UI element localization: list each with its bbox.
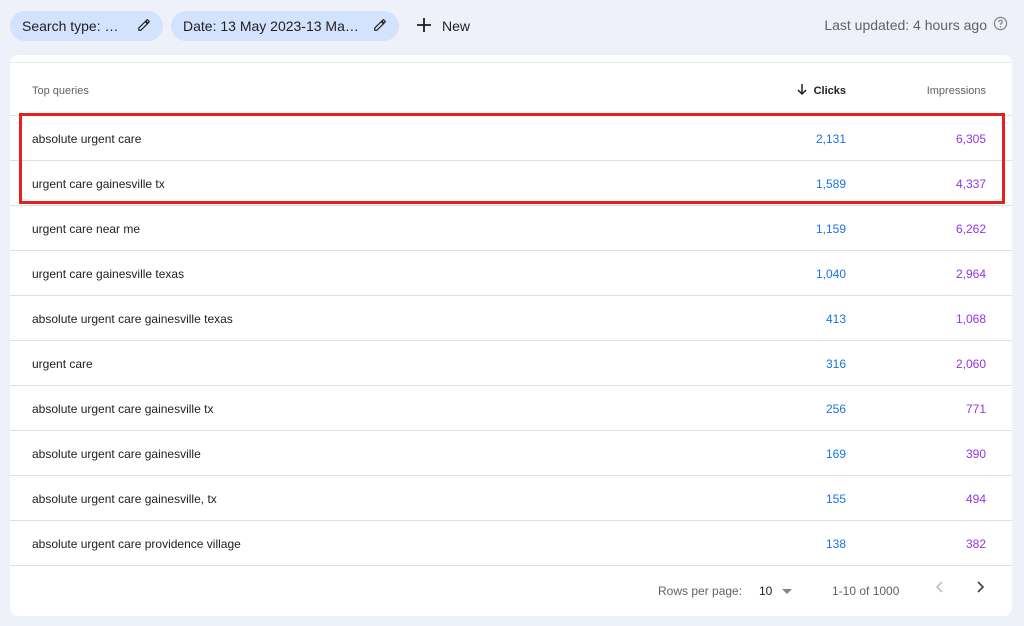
clicks-cell: 169: [825, 447, 846, 461]
new-filter-label: New: [442, 18, 471, 34]
header-clicks-label: Clicks: [813, 84, 846, 97]
query-cell: urgent care gainesville tx: [32, 177, 165, 191]
table-row[interactable]: absolute urgent care gainesville tx 256 …: [10, 386, 1012, 431]
clicks-cell: 155: [825, 492, 846, 506]
search-type-label: Search type: Web: [22, 18, 125, 34]
arrow-down-icon: [796, 83, 814, 98]
impressions-cell: 1,068: [955, 312, 986, 326]
pencil-icon: [373, 18, 387, 35]
search-type-chip[interactable]: Search type: Web: [10, 11, 163, 41]
table-row[interactable]: absolute urgent care providence village …: [10, 521, 1012, 566]
table-row[interactable]: absolute urgent care 2,131 6,305: [10, 116, 1012, 161]
query-cell: absolute urgent care providence village: [32, 537, 241, 551]
date-chip[interactable]: Date: 13 May 2023-13 Mar 2024: [171, 11, 399, 41]
plus-icon: [416, 17, 442, 36]
clicks-cell: 2,131: [815, 132, 846, 146]
query-cell: absolute urgent care gainesville tx: [32, 402, 214, 416]
chevron-left-icon[interactable]: [932, 579, 948, 598]
table-row[interactable]: absolute urgent care gainesville 169 390: [10, 431, 1012, 476]
table-row[interactable]: absolute urgent care gainesville, tx 155…: [10, 476, 1012, 521]
clicks-cell: 1,040: [815, 267, 846, 281]
impressions-cell: 494: [965, 492, 986, 506]
pagination: Rows per page: 10 1-10 of 1000: [10, 567, 1012, 615]
query-cell: absolute urgent care gainesville, tx: [32, 492, 217, 506]
query-cell: urgent care gainesville texas: [32, 267, 185, 281]
page-range: 1-10 of 1000: [832, 584, 900, 598]
table-header: Top queries Clicks Impressions: [10, 63, 1012, 116]
clicks-cell: 1,589: [815, 177, 846, 191]
clicks-cell: 138: [825, 537, 846, 551]
impressions-cell: 2,060: [955, 357, 986, 371]
last-updated: Last updated: 4 hours ago: [824, 16, 1008, 34]
query-cell: absolute urgent care gainesville: [32, 447, 201, 461]
help-icon[interactable]: [987, 16, 1008, 34]
chevron-right-icon[interactable]: [972, 579, 988, 598]
header-top-queries[interactable]: Top queries: [32, 85, 89, 97]
table-row[interactable]: urgent care 316 2,060: [10, 341, 1012, 386]
rows-per-page-label: Rows per page:: [658, 584, 743, 598]
date-label: Date: 13 May 2023-13 Mar 2024: [183, 18, 361, 34]
queries-table-card: Top queries Clicks Impressions absolute …: [10, 55, 1012, 616]
impressions-cell: 6,305: [955, 132, 986, 146]
table-body: absolute urgent care 2,131 6,305 urgent …: [10, 116, 1012, 566]
impressions-cell: 390: [965, 447, 986, 461]
rows-per-page-value: 10: [759, 584, 773, 598]
table-row[interactable]: urgent care gainesville texas 1,040 2,96…: [10, 251, 1012, 296]
impressions-cell: 771: [965, 402, 986, 416]
rows-per-page-select[interactable]: 10: [759, 584, 793, 598]
query-cell: absolute urgent care gainesville texas: [32, 312, 233, 326]
impressions-cell: 382: [965, 537, 986, 551]
filter-bar: Search type: Web Date: 13 May 2023-13 Ma…: [0, 0, 1024, 52]
impressions-cell: 6,262: [955, 222, 986, 236]
pencil-icon: [137, 18, 151, 35]
last-updated-text: Last updated: 4 hours ago: [824, 17, 987, 33]
impressions-cell: 4,337: [955, 177, 986, 191]
clicks-cell: 316: [825, 357, 846, 371]
clicks-cell: 256: [825, 402, 846, 416]
query-cell: urgent care: [32, 357, 93, 371]
table-row[interactable]: absolute urgent care gainesville texas 4…: [10, 296, 1012, 341]
header-impressions[interactable]: Impressions: [927, 85, 986, 97]
impressions-cell: 2,964: [955, 267, 986, 281]
query-cell: urgent care near me: [32, 222, 141, 236]
header-clicks[interactable]: Clicks: [796, 83, 846, 98]
query-cell: absolute urgent care: [32, 132, 142, 146]
clicks-cell: 413: [825, 312, 846, 326]
table-row[interactable]: urgent care near me 1,159 6,262: [10, 206, 1012, 251]
dropdown-caret-icon: [772, 584, 793, 598]
new-filter-button[interactable]: New: [410, 11, 476, 41]
clicks-cell: 1,159: [815, 222, 846, 236]
table-row[interactable]: urgent care gainesville tx 1,589 4,337: [10, 161, 1012, 206]
